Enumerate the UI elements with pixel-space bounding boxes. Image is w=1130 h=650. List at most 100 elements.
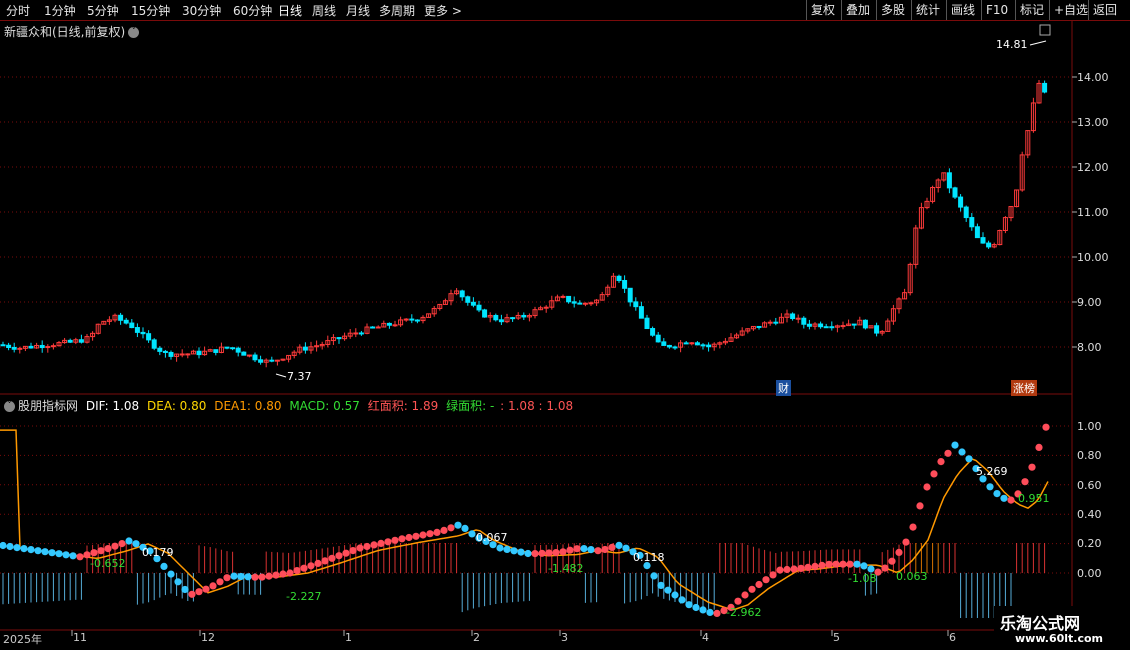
candle-body [67, 339, 73, 343]
candle-body [465, 296, 471, 303]
limit-up-list-marker[interactable]: 涨榜 [1011, 380, 1037, 396]
dif-dot [594, 547, 602, 555]
indicator-name[interactable]: 股朋指标网 [18, 399, 78, 413]
financial-report-marker[interactable]: 财 [776, 380, 791, 396]
candle-body [246, 354, 252, 357]
candle-body [45, 346, 51, 349]
dif-dot [916, 502, 924, 510]
candle-body [694, 342, 700, 346]
candle-body [129, 322, 135, 329]
candle-body [818, 323, 824, 328]
candle-body [140, 331, 146, 335]
dif-dot [244, 573, 252, 581]
dif-dot [678, 596, 686, 604]
candle-body [795, 317, 801, 320]
dif-dot [713, 609, 721, 618]
price-axis-label: 9.00 [1077, 296, 1102, 309]
chevron-down-icon[interactable]: ˅ [128, 27, 140, 38]
candle-body [700, 344, 706, 347]
candle-body [958, 196, 964, 208]
watermark-title: 乐淘公式网 [1000, 614, 1081, 633]
dif-dot [216, 578, 224, 586]
dif-dot [279, 570, 287, 578]
dif-dot [230, 572, 238, 580]
dif-dot [440, 526, 448, 535]
dif-dot [566, 546, 574, 554]
high-marker-arrow [1029, 40, 1047, 46]
candle-body [638, 306, 644, 319]
dif-dot [181, 585, 189, 594]
dif-dot [209, 582, 217, 590]
dif-dot [622, 544, 630, 552]
indicator-annotation: -2.227 [286, 590, 322, 603]
candle-body [756, 325, 762, 328]
candle-body [118, 314, 124, 321]
dif-dot [1021, 478, 1029, 486]
candle-body [17, 347, 23, 350]
dif-dot [0, 541, 7, 550]
dif-dot [237, 572, 245, 581]
dif-dot [174, 578, 182, 586]
candle-body [963, 206, 969, 219]
dif-dot [734, 597, 742, 605]
dif-dot [433, 528, 441, 537]
candle-body [767, 321, 773, 324]
candle-body [235, 347, 241, 353]
dif-dot [552, 549, 560, 557]
dif-dot [776, 566, 784, 574]
candle-body [157, 347, 163, 352]
candle-body [588, 302, 594, 305]
candle-body [353, 332, 359, 335]
dif-dot [965, 455, 973, 463]
chevron-down-icon[interactable]: ˅ [4, 401, 15, 412]
dif-dot [1042, 423, 1050, 431]
candle-body [498, 319, 504, 323]
macd-value: MACD: 0.57 [289, 399, 360, 413]
dif-dot [363, 542, 371, 551]
dif-dot [202, 585, 210, 593]
dif-dot [664, 586, 672, 594]
candle-body [78, 339, 84, 343]
date-axis-label: 2025年 [3, 633, 42, 646]
dif-dot [335, 552, 343, 560]
candle-body [358, 332, 364, 335]
dif-dot [531, 550, 539, 558]
indicator-header: ˅ 股朋指标网 DIF: 1.08 DEA: 0.80 DEA1: 0.80 MA… [4, 397, 573, 414]
candle-body [862, 319, 868, 329]
price-axis-label: 12.00 [1077, 161, 1109, 174]
candle-body [196, 350, 202, 356]
candle-body [134, 327, 140, 333]
dif-dot [293, 567, 301, 575]
candle-body [790, 313, 796, 320]
dif-dot [993, 490, 1001, 498]
dif-dot [20, 545, 28, 553]
candle-body [622, 280, 628, 289]
dif-dot [391, 536, 399, 544]
dif-dot [265, 572, 273, 580]
candle-body [470, 301, 476, 306]
green-area-value: 绿面积: - [446, 399, 495, 413]
dif-dot [909, 523, 917, 531]
dif-dot [97, 547, 105, 555]
candle-body [874, 325, 880, 334]
indicator-annotation: -1.482 [548, 562, 584, 575]
dif-dot [510, 547, 518, 555]
dif-dot [1028, 463, 1036, 471]
indicator-annotation: 0.179 [142, 546, 174, 559]
dif-dot [923, 483, 931, 491]
main-pane-title[interactable]: 新疆众和(日线,前复权) ˅ [4, 23, 140, 40]
dif-dot [958, 448, 966, 456]
dif-dot [1000, 494, 1008, 502]
indicator-annotation: -2.962 [726, 606, 762, 619]
dif-dot [951, 441, 959, 449]
candle-body [11, 346, 17, 350]
candle-body [50, 345, 56, 348]
candle-body [6, 344, 12, 348]
indicator-annotation: 5.269 [976, 465, 1008, 478]
candle-body [969, 217, 975, 228]
dif-dot [559, 548, 567, 556]
dif-dot [671, 591, 679, 599]
candle-body [302, 346, 308, 351]
candle-body [577, 302, 583, 305]
dif-dot [937, 458, 945, 466]
